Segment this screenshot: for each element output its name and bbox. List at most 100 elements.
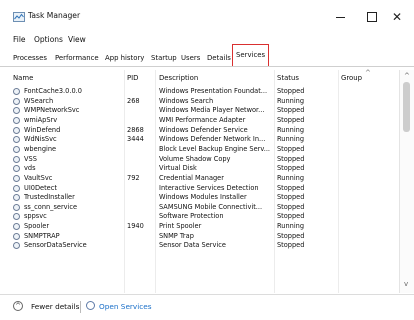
column-header-name[interactable]: Name (13, 74, 33, 82)
service-description-cell: Windows Presentation Foundat... (159, 87, 268, 95)
service-status-cell: Stopped (277, 144, 305, 153)
service-status-cell: Stopped (277, 241, 305, 250)
service-status-cell: Running (277, 125, 305, 134)
service-gear-icon (13, 107, 20, 115)
service-row[interactable]: VaultSvc 792 Credential Manager Running (0, 174, 400, 183)
service-row[interactable]: VSS Volume Shadow Copy Stopped (0, 155, 400, 164)
service-row[interactable]: FontCache3.0.0.0 Windows Presentation Fou… (0, 87, 400, 96)
service-row[interactable]: wbengine Block Level Backup Engine Serv..… (0, 145, 400, 154)
column-header-description[interactable]: Description (159, 74, 198, 82)
fewer-details-button[interactable]: Fewer details (31, 302, 79, 311)
service-description-cell: Windows Defender Network In... (159, 135, 266, 144)
service-description-cell: SNMP Trap (159, 231, 194, 240)
service-name-cell: Spooler (24, 222, 50, 231)
service-gear-icon (13, 232, 20, 240)
close-button[interactable]: ✕ (388, 8, 412, 26)
service-row[interactable]: WMPNetworkSvc Windows Media Player Networ… (0, 106, 400, 115)
tab-bar: Processes Performance App history Startu… (0, 44, 414, 67)
service-row[interactable]: WinDefend 2868 Windows Defender Service Run… (0, 126, 400, 135)
service-status-cell: Running (277, 173, 305, 182)
service-row[interactable]: TrustedInstaller Windows Modules Installe… (0, 193, 400, 202)
minimize-icon (336, 17, 345, 18)
service-row[interactable]: WSearch 268 Windows Search Running (0, 97, 400, 106)
service-gear-icon (13, 145, 20, 153)
service-pid-cell: 2868 (127, 125, 144, 134)
menu-view[interactable]: View (68, 35, 86, 44)
menu-file[interactable]: File (13, 35, 26, 44)
service-status-cell: Stopped (277, 115, 305, 124)
service-row[interactable]: vds Virtual Disk Stopped (0, 164, 400, 173)
service-row[interactable]: UI0Detect Interactive Services Detection S… (0, 184, 400, 193)
minimize-button[interactable] (329, 8, 353, 26)
service-pid-cell: 268 (127, 96, 140, 105)
tab-processes[interactable]: Processes (13, 52, 47, 65)
service-name-cell: sppsvc (24, 212, 47, 221)
service-name-cell: SensorDataService (24, 241, 87, 250)
footer-divider (80, 301, 81, 313)
scroll-thumb[interactable] (403, 82, 410, 132)
service-gear-icon (13, 174, 20, 182)
tab-users[interactable]: Users (181, 52, 200, 65)
service-status-cell: Stopped (277, 202, 305, 211)
service-status-cell: Stopped (277, 106, 305, 115)
tab-services[interactable]: Services (232, 44, 270, 66)
service-row[interactable]: sppsvc Software Protection Stopped (0, 212, 400, 221)
service-row[interactable]: SNMPTRAP SNMP Trap Stopped (0, 232, 400, 241)
column-header-status[interactable]: Status (277, 74, 299, 82)
window-title: Task Manager (28, 11, 81, 20)
service-gear-icon (13, 116, 20, 124)
service-name-cell: WdNisSvc (24, 135, 57, 144)
service-description-cell: Volume Shadow Copy (159, 154, 231, 163)
service-description-cell: Virtual Disk (159, 164, 197, 173)
service-pid-cell: 3444 (127, 135, 144, 144)
service-description-cell: Credential Manager (159, 173, 224, 182)
service-row[interactable]: WdNisSvc 3444 Windows Defender Network In.… (0, 135, 400, 144)
service-gear-icon (13, 165, 20, 173)
service-description-cell: Block Level Backup Engine Serv... (159, 144, 271, 153)
service-name-cell: WMPNetworkSvc (24, 106, 80, 115)
service-pid-cell: 1940 (127, 222, 144, 231)
vertical-scrollbar[interactable]: ^ v (399, 70, 414, 293)
services-gear-icon[interactable] (86, 301, 95, 310)
service-name-cell: wbengine (24, 144, 57, 153)
tab-app-history[interactable]: App history (105, 52, 144, 65)
scroll-down-icon[interactable]: v (404, 280, 408, 288)
tab-startup[interactable]: Startup (151, 52, 177, 65)
service-name-cell: ss_conn_service (24, 202, 78, 211)
service-name-cell: VSS (24, 154, 37, 163)
chevron-up-circle-icon[interactable]: ^ (13, 301, 23, 311)
scroll-up-icon[interactable]: ^ (404, 72, 410, 80)
menu-options[interactable]: Options (34, 35, 63, 44)
service-status-cell: Running (277, 222, 305, 231)
service-row[interactable]: wmiApSrv WMI Performance Adapter Stopped (0, 116, 400, 125)
service-gear-icon (13, 136, 20, 144)
service-status-cell: Running (277, 135, 305, 144)
service-status-cell: Stopped (277, 183, 305, 192)
service-description-cell: Sensor Data Service (159, 241, 226, 250)
sort-caret-icon: ^ (365, 69, 371, 77)
tab-details[interactable]: Details (207, 52, 231, 65)
service-row[interactable]: Spooler 1940 Print Spooler Running (0, 222, 400, 231)
service-status-cell: Running (277, 96, 305, 105)
service-gear-icon (13, 242, 20, 250)
footer-bar: ^ Fewer details Open Services (0, 294, 414, 320)
service-gear-icon (13, 203, 20, 211)
service-pid-cell: 792 (127, 173, 140, 182)
service-row[interactable]: SensorDataService Sensor Data Service Stop… (0, 241, 400, 250)
column-header-group[interactable]: Group (341, 74, 362, 82)
maximize-button[interactable] (360, 8, 384, 26)
service-name-cell: FontCache3.0.0.0 (24, 87, 82, 95)
service-name-cell: WinDefend (24, 125, 61, 134)
tab-performance[interactable]: Performance (55, 52, 99, 65)
services-table: Name PID Description Status Group ^ Font… (0, 69, 414, 293)
service-name-cell: VaultSvc (24, 173, 53, 182)
service-status-cell: Stopped (277, 87, 305, 95)
service-gear-icon (13, 194, 20, 202)
service-description-cell: Windows Search (159, 96, 214, 105)
service-row[interactable]: ss_conn_service SAMSUNG Mobile Connectivi… (0, 203, 400, 212)
service-description-cell: Print Spooler (159, 222, 202, 231)
open-services-link[interactable]: Open Services (99, 302, 152, 311)
maximize-icon (367, 12, 377, 22)
column-header-pid[interactable]: PID (127, 74, 139, 82)
service-description-cell: SAMSUNG Mobile Connectivit... (159, 202, 263, 211)
